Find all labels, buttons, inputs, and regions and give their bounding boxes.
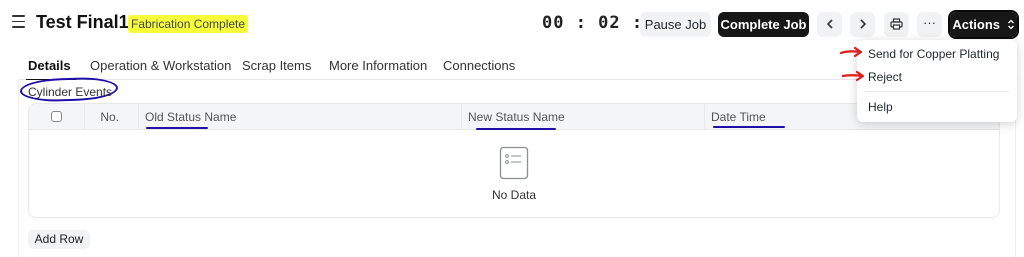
- annotation-arrow-icon: [840, 46, 863, 58]
- empty-list-icon: [499, 146, 529, 180]
- actions-button[interactable]: Actions: [948, 10, 1019, 39]
- tab-operation-workstation[interactable]: Operation & Workstation: [90, 58, 231, 73]
- chevron-right-icon: [859, 19, 866, 29]
- menu-item-help[interactable]: Help: [868, 100, 893, 114]
- cylinder-events-table: No. Old Status Name New Status Name Date…: [28, 103, 1000, 218]
- actions-menu: Send for Copper Platting Reject Help: [857, 40, 1017, 122]
- select-all-checkbox[interactable]: [51, 111, 62, 122]
- menu-item-reject[interactable]: Reject: [868, 70, 902, 84]
- empty-state-text: No Data: [491, 188, 537, 202]
- annotation-underline: [146, 127, 208, 129]
- select-all-cell: [29, 104, 85, 130]
- section-label: Cylinder Events: [28, 85, 113, 99]
- annotation-underline: [713, 126, 785, 128]
- pause-job-button[interactable]: Pause Job: [640, 12, 711, 37]
- chevron-left-icon: [826, 19, 833, 29]
- tab-details[interactable]: Details: [28, 58, 71, 73]
- print-button[interactable]: [884, 12, 909, 37]
- page-title: Test Final1: [36, 12, 129, 32]
- annotation-underline: [476, 128, 556, 130]
- next-button[interactable]: [850, 12, 875, 37]
- tab-more-information[interactable]: More Information: [329, 58, 427, 73]
- annotation-arrow-icon: [842, 70, 865, 82]
- more-button[interactable]: ···: [917, 12, 942, 37]
- previous-button[interactable]: [817, 12, 842, 37]
- tab-connections[interactable]: Connections: [443, 58, 515, 73]
- chevron-updown-icon: [1007, 19, 1014, 30]
- tab-scrap-items[interactable]: Scrap Items: [242, 58, 311, 73]
- menu-item-send-for-copper-platting[interactable]: Send for Copper Platting: [868, 47, 999, 61]
- menu-icon[interactable]: [12, 15, 25, 29]
- menu-divider: [865, 91, 1009, 92]
- status-badge: Fabrication Complete: [128, 15, 249, 33]
- complete-job-button[interactable]: Complete Job: [718, 12, 809, 37]
- column-no: No.: [85, 104, 139, 130]
- actions-label: Actions: [952, 17, 1001, 32]
- empty-state: No Data: [29, 146, 999, 202]
- printer-icon: [890, 18, 903, 30]
- add-row-button[interactable]: Add Row: [28, 230, 90, 249]
- column-new-status-name: New Status Name: [462, 104, 705, 130]
